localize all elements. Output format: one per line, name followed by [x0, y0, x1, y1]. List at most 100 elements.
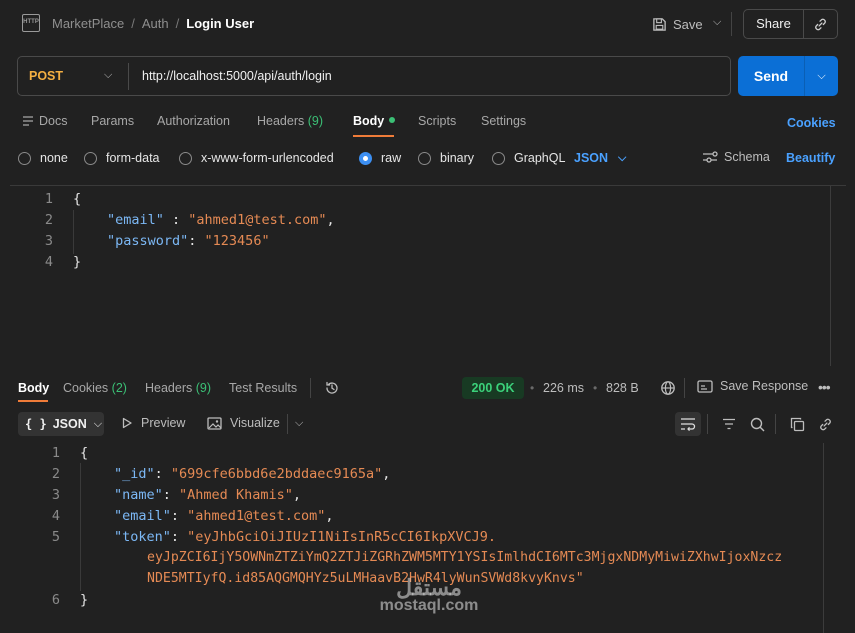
resp-tab-cookies-label: Cookies	[63, 381, 109, 395]
meta-separator: •	[593, 381, 598, 395]
radio-circle	[18, 151, 31, 165]
tab-body-label: Body	[353, 114, 385, 128]
response-format-select[interactable]: { } JSON ⌵	[18, 412, 104, 436]
search-button[interactable]	[744, 412, 770, 436]
tab-params[interactable]: Params	[91, 114, 134, 128]
method-chevron-down-icon[interactable]: ⌵	[104, 69, 112, 82]
url-input[interactable]: http://localhost:5000/api/auth/login	[142, 69, 332, 83]
code-line: {	[73, 191, 82, 207]
radio-urlencoded-label: x-www-form-urlencoded	[201, 151, 334, 165]
response-time[interactable]: 226 ms	[543, 381, 584, 395]
copy-link-button[interactable]	[804, 10, 837, 38]
resp-tab-headers[interactable]: Headers (9)	[145, 381, 211, 395]
code-line-wrapped: eyJpZCI6IjY5OWNmZTZiYmQ2ZTJiZGRhZWM5MTY1…	[147, 550, 783, 565]
viewer-scrollbar[interactable]	[823, 443, 824, 633]
json-key: "email"	[114, 508, 171, 524]
resp-tab-body[interactable]: Body	[18, 381, 49, 395]
request-body-editor[interactable]: 1 2 3 4 { "email" : "ahmed1@test.com", "…	[10, 185, 846, 366]
code-line: }	[80, 592, 89, 608]
copy-icon	[790, 417, 804, 431]
page-title[interactable]: Login User	[186, 16, 254, 31]
save-response-button[interactable]: Save Response	[697, 379, 808, 393]
radio-x-www-form-urlencoded[interactable]: x-www-form-urlencoded	[179, 150, 334, 166]
body-modified-dot	[389, 117, 396, 123]
code-line-wrapped: NDE5MTIyfQ.id85AQGMQHYz5uLMHaavB2HwR4lyW…	[147, 571, 584, 586]
wrap-lines-button[interactable]	[675, 412, 701, 436]
preview-button[interactable]: Preview	[121, 416, 185, 430]
save-options-chevron-down-icon[interactable]: ⌵	[713, 16, 721, 29]
save-button[interactable]: Save	[652, 14, 703, 34]
preview-label: Preview	[141, 416, 186, 430]
line-number: 4	[44, 254, 53, 270]
link-icon	[815, 18, 826, 30]
code-line: "email" : "ahmed1@test.com",	[107, 212, 335, 233]
schema-button[interactable]: Schema	[702, 150, 770, 164]
share-button[interactable]: Share	[744, 10, 804, 38]
json-key: "token"	[114, 529, 171, 545]
tab-docs[interactable]: Docs	[22, 114, 67, 128]
tab-headers[interactable]: Headers (9)	[257, 114, 323, 128]
json-key: "_id"	[114, 466, 155, 482]
tab-docs-label: Docs	[39, 114, 68, 128]
copy-link-response-button[interactable]	[812, 412, 838, 436]
send-options-chevron-down-icon[interactable]: ⌵	[805, 56, 838, 96]
radio-raw[interactable]: raw	[359, 150, 401, 166]
tab-authorization[interactable]: Authorization	[157, 114, 230, 128]
json-value: "123456"	[204, 233, 270, 249]
history-icon[interactable]	[324, 380, 340, 396]
line-number: 6	[51, 592, 60, 608]
visualize-chevron-down-icon[interactable]: ⌵	[295, 417, 303, 430]
radio-graphql[interactable]: GraphQL	[492, 150, 565, 166]
resp-tab-headers-count: (9)	[195, 381, 212, 395]
beautify-button[interactable]: Beautify	[786, 151, 835, 165]
tab-authorization-label: Authorization	[157, 114, 230, 128]
editor-scrollbar[interactable]	[830, 186, 831, 366]
tab-settings[interactable]: Settings	[481, 114, 526, 128]
radio-form-data[interactable]: form-data	[84, 150, 160, 166]
radio-binary-label: binary	[440, 151, 475, 165]
filter-button[interactable]	[716, 412, 742, 436]
radio-circle-selected	[359, 151, 372, 165]
radio-form-data-label: form-data	[106, 151, 160, 165]
copy-button[interactable]	[784, 412, 810, 436]
breadcrumb-item-auth[interactable]: Auth	[142, 16, 169, 31]
visualize-button[interactable]: Visualize	[207, 416, 280, 430]
breadcrumb-item-marketplace[interactable]: MarketPlace	[52, 16, 124, 31]
toolbar-divider	[287, 414, 288, 434]
resp-tab-cookies[interactable]: Cookies (2)	[63, 381, 127, 395]
save-response-icon	[697, 379, 713, 393]
mostaql-watermark: مستقل mostaql.com	[374, 575, 484, 615]
indent-guide	[73, 210, 74, 254]
radio-circle	[418, 151, 431, 165]
resp-divider	[684, 378, 685, 398]
send-button[interactable]: Send	[738, 56, 805, 96]
json-comma: ,	[325, 508, 334, 524]
share-button-group: Share	[743, 9, 838, 39]
line-number: 3	[51, 487, 60, 503]
status-badge[interactable]: 200 OK	[462, 377, 524, 399]
toolbar-divider	[707, 414, 708, 434]
active-tab-indicator	[353, 135, 394, 137]
more-options-icon[interactable]: •••	[818, 379, 831, 395]
radio-binary[interactable]: binary	[418, 150, 474, 166]
resp-tab-test-results[interactable]: Test Results	[229, 381, 297, 395]
line-number: 5	[51, 529, 60, 545]
response-size[interactable]: 828 B	[606, 381, 639, 395]
body-format-label: JSON	[574, 151, 609, 165]
cookies-link[interactable]: Cookies	[787, 116, 836, 130]
json-key: "password"	[107, 233, 189, 249]
code-line: "password": "123456"	[107, 233, 270, 254]
json-value: "ahmed1@test.com"	[188, 212, 327, 228]
filter-icon	[723, 418, 735, 430]
body-format-select[interactable]: JSON ⌵	[574, 151, 626, 165]
image-icon	[207, 416, 222, 430]
tab-headers-label: Headers	[257, 114, 305, 128]
tab-body[interactable]: Body	[353, 114, 396, 128]
method-select[interactable]: POST	[29, 69, 63, 83]
code-line: }	[73, 254, 82, 270]
tab-scripts[interactable]: Scripts	[418, 114, 456, 128]
indent-guide	[80, 463, 81, 591]
globe-icon[interactable]	[660, 380, 676, 396]
radio-none[interactable]: none	[18, 150, 68, 166]
line-number: 1	[51, 445, 60, 461]
